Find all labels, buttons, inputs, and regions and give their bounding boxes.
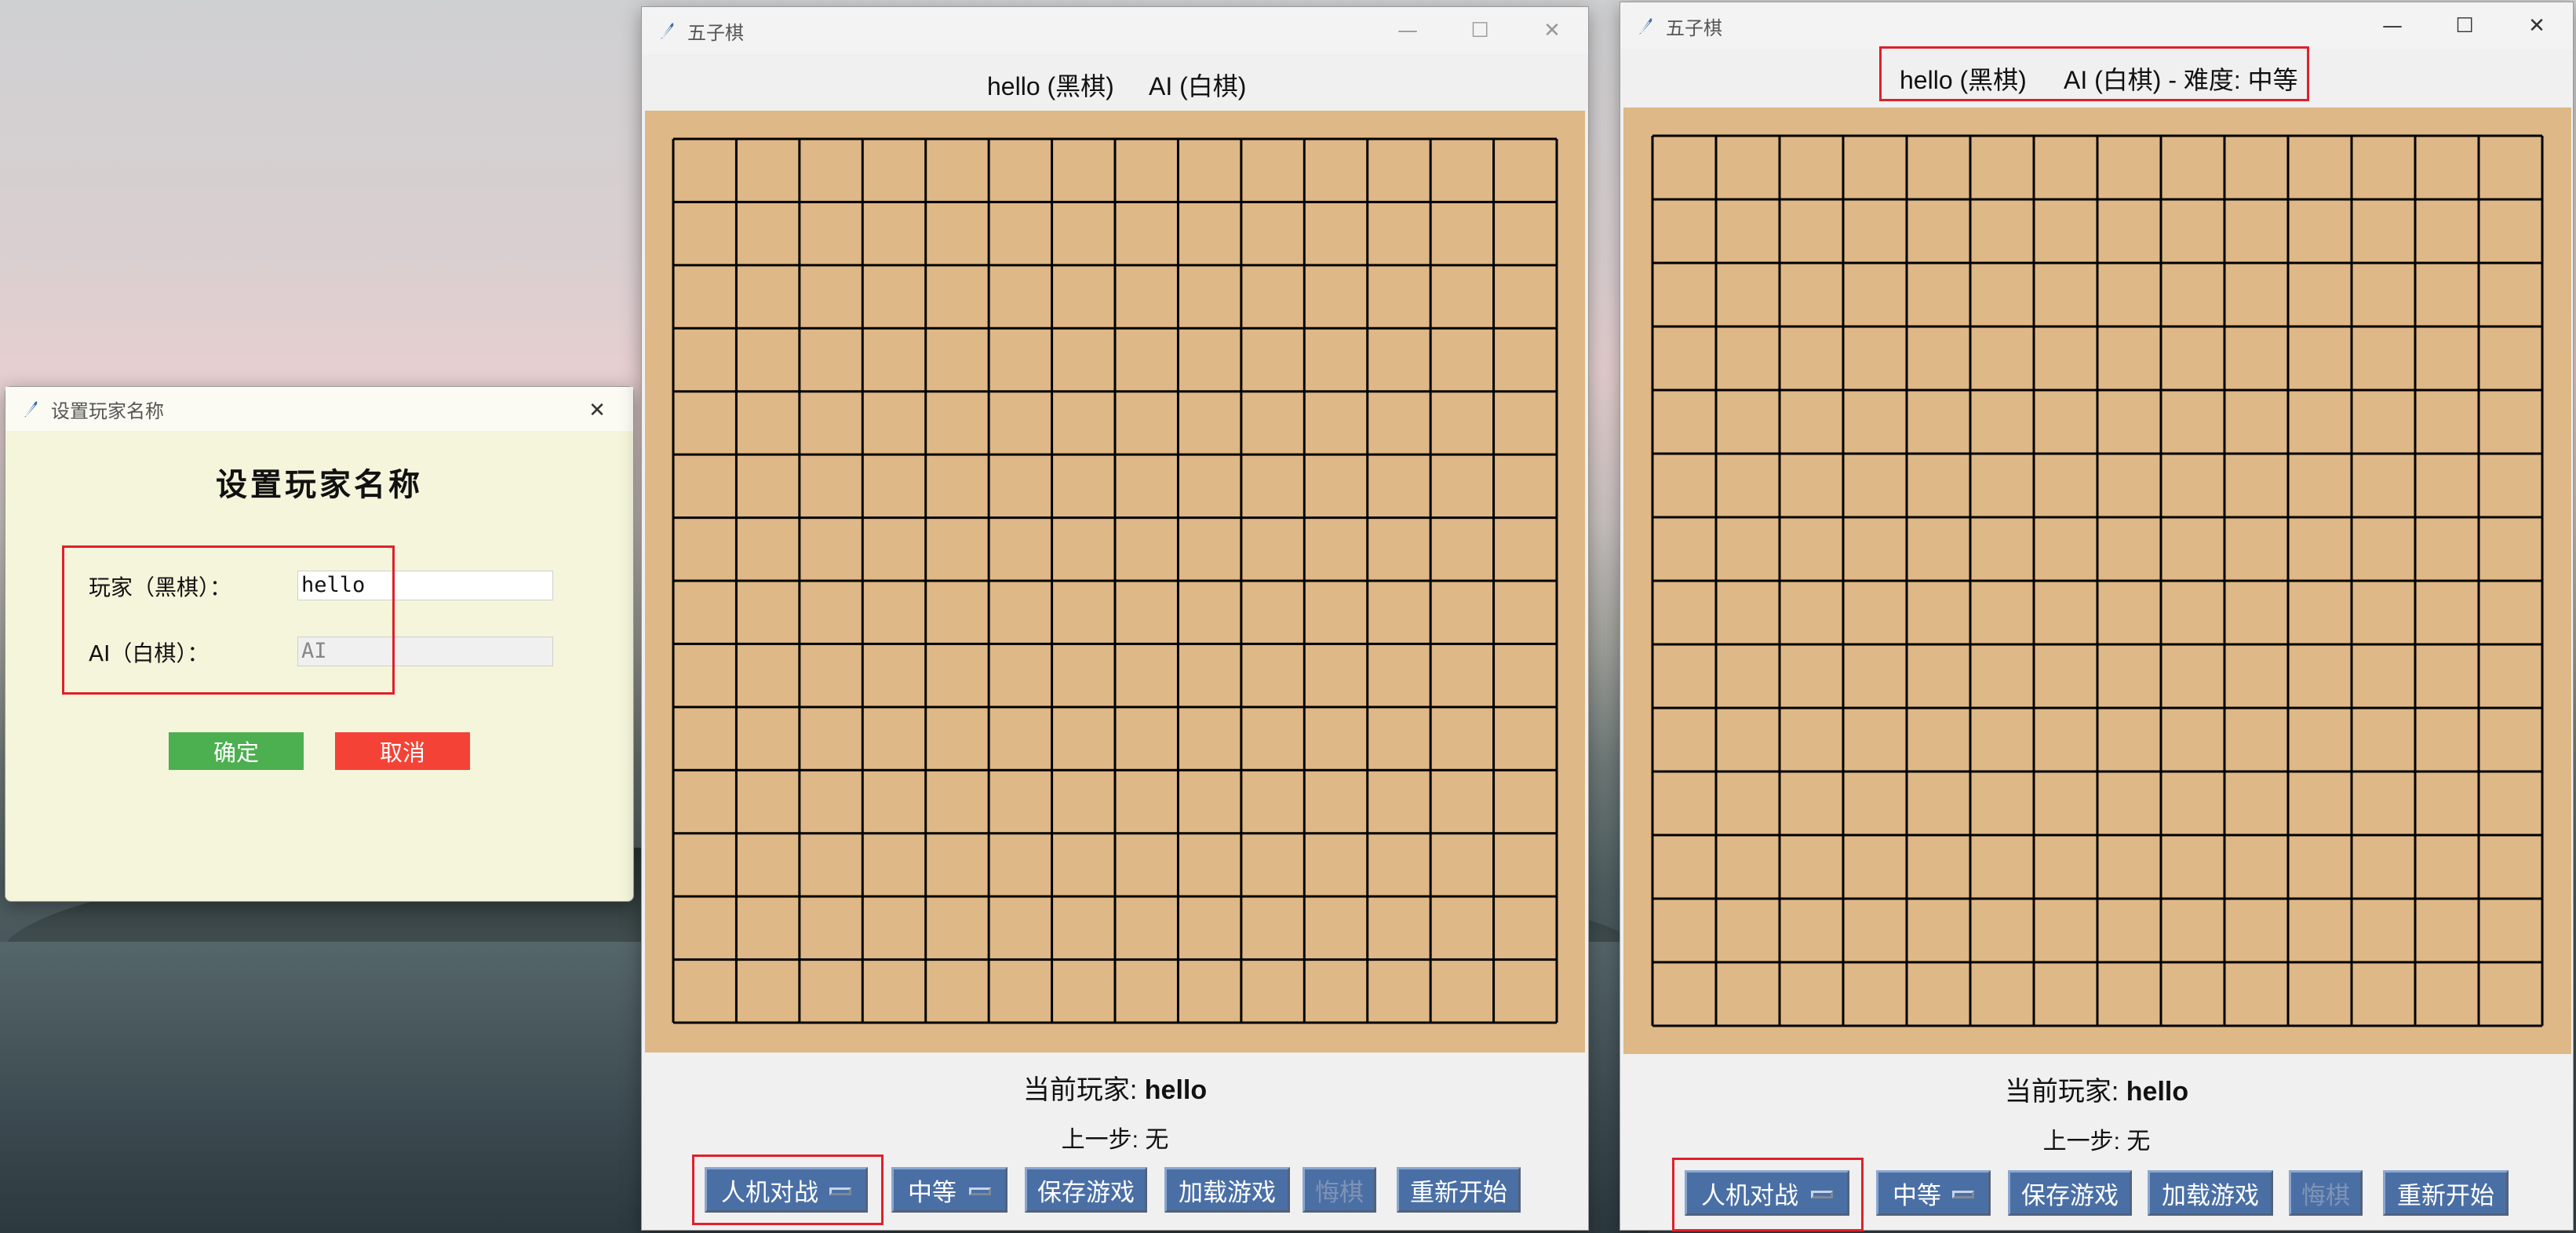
restart-button[interactable]: 重新开始 bbox=[1397, 1167, 1521, 1213]
difficulty-select[interactable]: 中等 bbox=[891, 1167, 1007, 1213]
dropdown-indicator-icon bbox=[1952, 1191, 1974, 1198]
dialog-titlebar[interactable]: 设置玩家名称 ✕ bbox=[5, 387, 633, 431]
difficulty-select[interactable]: 中等 bbox=[1876, 1170, 1991, 1216]
maximize-icon[interactable]: ☐ bbox=[1444, 7, 1516, 54]
save-game-button[interactable]: 保存游戏 bbox=[2008, 1170, 2132, 1216]
ai-name-input: AI bbox=[297, 637, 553, 666]
current-player-prefix: 当前玩家: bbox=[2004, 1077, 2126, 1107]
feather-icon bbox=[1639, 18, 1652, 35]
close-icon[interactable]: ✕ bbox=[2501, 2, 2573, 49]
dropdown-indicator-icon bbox=[829, 1187, 851, 1195]
dropdown-indicator-icon bbox=[969, 1187, 991, 1195]
current-player-status: 当前玩家: hello bbox=[1620, 1070, 2573, 1108]
game-board[interactable] bbox=[645, 111, 1585, 1052]
ai-info: AI (白棋) bbox=[1149, 72, 1247, 100]
difficulty-select-value: 中等 bbox=[908, 1178, 956, 1207]
restart-button[interactable]: 重新开始 bbox=[2383, 1170, 2509, 1216]
player-info: hello (黑棋) bbox=[1900, 66, 2027, 94]
ai-name-label: AI（白棋）： bbox=[89, 640, 210, 666]
current-player-status: 当前玩家: hello bbox=[642, 1068, 1588, 1107]
last-move-status: 上一步: 无 bbox=[2042, 1129, 2151, 1155]
current-player-name: hello bbox=[2126, 1077, 2189, 1107]
minimize-icon[interactable]: — bbox=[2356, 2, 2428, 49]
player-name-label: 玩家（黑棋）： bbox=[89, 575, 232, 600]
player-name-dialog: 设置玩家名称 ✕ 设置玩家名称 玩家（黑棋）： hello AI（白棋）： AI… bbox=[5, 386, 634, 902]
player-info: hello (黑棋) bbox=[987, 72, 1114, 100]
undo-button[interactable]: 悔棋 bbox=[1303, 1167, 1376, 1213]
mode-select[interactable]: 人机对战 bbox=[705, 1167, 868, 1213]
feather-icon bbox=[661, 23, 674, 39]
board-grid[interactable] bbox=[645, 111, 1585, 1052]
save-game-button[interactable]: 保存游戏 bbox=[1025, 1167, 1147, 1213]
current-player-prefix: 当前玩家: bbox=[1022, 1075, 1145, 1105]
gomoku-window-left: 五子棋 — ☐ ✕ hello (黑棋) AI (白棋) 当前玩家: hello… bbox=[641, 6, 1589, 1231]
load-game-button[interactable]: 加载游戏 bbox=[2148, 1170, 2273, 1216]
highlight-box bbox=[62, 545, 395, 695]
ai-info: AI (白棋) - 难度: 中等 bbox=[2064, 66, 2298, 94]
maximize-icon[interactable]: ☐ bbox=[2428, 2, 2501, 49]
minimize-icon[interactable]: — bbox=[1372, 7, 1444, 54]
game-board[interactable] bbox=[1623, 108, 2571, 1054]
close-icon[interactable]: ✕ bbox=[561, 387, 633, 434]
confirm-button[interactable]: 确定 bbox=[169, 732, 304, 770]
window-title: 五子棋 bbox=[687, 21, 744, 44]
current-player-name: hello bbox=[1144, 1075, 1208, 1105]
mode-select-value: 人机对战 bbox=[721, 1178, 818, 1207]
dialog-title: 设置玩家名称 bbox=[51, 399, 164, 422]
undo-button[interactable]: 悔棋 bbox=[2289, 1170, 2363, 1216]
cancel-button[interactable]: 取消 bbox=[335, 732, 470, 770]
board-grid[interactable] bbox=[1623, 108, 2571, 1054]
difficulty-select-value: 中等 bbox=[1893, 1181, 1941, 1210]
player-name-input[interactable]: hello bbox=[297, 571, 553, 600]
window-title: 五子棋 bbox=[1666, 16, 1722, 39]
dialog-heading: 设置玩家名称 bbox=[216, 466, 423, 503]
gomoku-window-right: 五子棋 — ☐ ✕ hello (黑棋) AI (白棋) - 难度: 中等 当前… bbox=[1620, 2, 2574, 1231]
window-titlebar[interactable]: 五子棋 — ☐ ✕ bbox=[642, 7, 1588, 54]
close-icon[interactable]: ✕ bbox=[1516, 7, 1588, 54]
load-game-button[interactable]: 加载游戏 bbox=[1164, 1167, 1290, 1213]
feather-icon bbox=[24, 401, 38, 418]
mode-select-value: 人机对战 bbox=[1701, 1181, 1798, 1210]
dropdown-indicator-icon bbox=[1811, 1191, 1833, 1198]
window-titlebar[interactable]: 五子棋 — ☐ ✕ bbox=[1620, 2, 2573, 49]
last-move-status: 上一步: 无 bbox=[1061, 1127, 1169, 1153]
mode-select[interactable]: 人机对战 bbox=[1685, 1170, 1849, 1216]
